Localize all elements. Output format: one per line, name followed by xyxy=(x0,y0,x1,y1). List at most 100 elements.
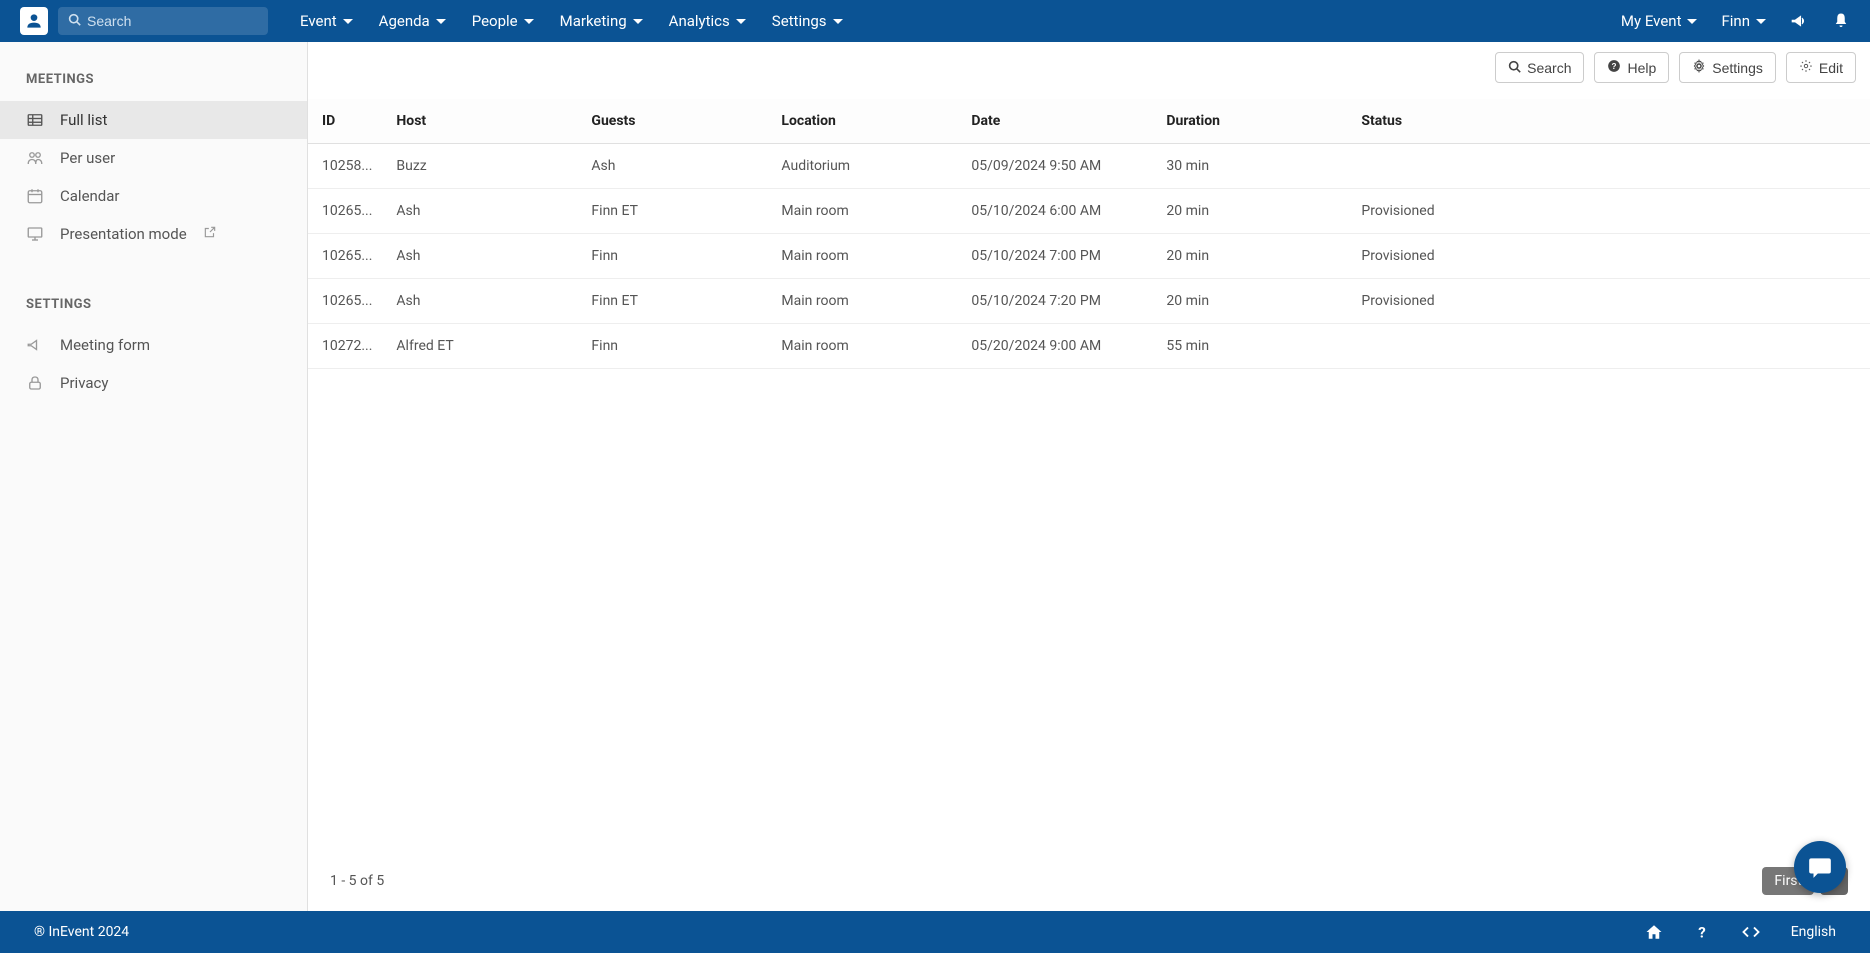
chevron-down-icon xyxy=(524,19,534,24)
cell-date: 05/10/2024 6:00 AM xyxy=(959,189,1154,234)
nav-item-agenda[interactable]: Agenda xyxy=(379,12,446,30)
chevron-down-icon xyxy=(1687,19,1697,24)
cell-duration: 20 min xyxy=(1154,234,1349,279)
cell-status xyxy=(1349,144,1870,189)
nav-item-people[interactable]: People xyxy=(472,12,534,30)
cell-duration: 55 min xyxy=(1154,324,1349,369)
th-duration[interactable]: Duration xyxy=(1154,99,1349,144)
sidebar-item-label: Meeting form xyxy=(60,336,150,354)
table-row[interactable]: 10265...AshFinn ETMain room05/10/2024 7:… xyxy=(308,279,1870,324)
nav-item-settings[interactable]: Settings xyxy=(772,12,843,30)
cell-host: Ash xyxy=(384,279,579,324)
cell-id: 10258... xyxy=(308,144,384,189)
table-wrap: ID Host Guests Location Date Duration St… xyxy=(308,99,1870,855)
nav-item-analytics[interactable]: Analytics xyxy=(669,12,746,30)
cell-date: 05/09/2024 9:50 AM xyxy=(959,144,1154,189)
sidebar-item-presentation[interactable]: Presentation mode xyxy=(0,215,307,253)
megaphone-icon xyxy=(26,336,44,354)
pagination-summary: 1 - 5 of 5 xyxy=(330,873,384,889)
cell-host: Ash xyxy=(384,234,579,279)
help-icon[interactable]: ? xyxy=(1693,923,1711,941)
cell-guests: Finn xyxy=(579,234,769,279)
monitor-icon xyxy=(26,225,44,243)
cell-host: Ash xyxy=(384,189,579,234)
th-id[interactable]: ID xyxy=(308,99,384,144)
cell-duration: 30 min xyxy=(1154,144,1349,189)
cell-guests: Ash xyxy=(579,144,769,189)
external-link-icon xyxy=(203,225,217,243)
footer-copyright: ® InEvent 2024 xyxy=(34,924,129,940)
logo[interactable] xyxy=(20,7,48,35)
sidebar-item-full-list[interactable]: Full list xyxy=(0,101,307,139)
cell-id: 10265... xyxy=(308,189,384,234)
chat-bubble[interactable] xyxy=(1794,841,1846,893)
chevron-down-icon xyxy=(633,19,643,24)
table-row[interactable]: 10272...Alfred ETFinnMain room05/20/2024… xyxy=(308,324,1870,369)
top-nav: Event Agenda People Marketing Analytics … xyxy=(0,0,1870,42)
help-icon: ? xyxy=(1607,59,1621,76)
nav-my-event[interactable]: My Event xyxy=(1621,12,1698,30)
pagination: 1 - 5 of 5 First 1 xyxy=(308,855,1870,911)
th-host[interactable]: Host xyxy=(384,99,579,144)
nav-item-marketing[interactable]: Marketing xyxy=(560,12,643,30)
sidebar-item-label: Per user xyxy=(60,149,115,167)
cell-id: 10265... xyxy=(308,234,384,279)
cell-location: Main room xyxy=(769,189,959,234)
th-guests[interactable]: Guests xyxy=(579,99,769,144)
cell-host: Buzz xyxy=(384,144,579,189)
search-icon xyxy=(1508,60,1521,76)
table-row[interactable]: 10265...AshFinnMain room05/10/2024 7:00 … xyxy=(308,234,1870,279)
bell-icon[interactable] xyxy=(1832,12,1850,30)
cell-id: 10265... xyxy=(308,279,384,324)
cell-duration: 20 min xyxy=(1154,279,1349,324)
lock-icon xyxy=(26,374,44,392)
sidebar-heading-meetings: MEETINGS xyxy=(0,58,307,101)
cell-location: Main room xyxy=(769,234,959,279)
svg-text:?: ? xyxy=(1612,62,1617,71)
edit-button[interactable]: Edit xyxy=(1786,52,1856,83)
help-button[interactable]: ? Help xyxy=(1594,52,1669,83)
code-icon[interactable] xyxy=(1741,923,1761,941)
cell-date: 05/20/2024 9:00 AM xyxy=(959,324,1154,369)
calendar-icon xyxy=(26,187,44,205)
meetings-table: ID Host Guests Location Date Duration St… xyxy=(308,99,1870,369)
cell-date: 05/10/2024 7:00 PM xyxy=(959,234,1154,279)
home-icon[interactable] xyxy=(1645,923,1663,941)
sidebar-item-meeting-form[interactable]: Meeting form xyxy=(0,326,307,364)
users-icon xyxy=(26,149,44,167)
th-status[interactable]: Status xyxy=(1349,99,1870,144)
sidebar-item-calendar[interactable]: Calendar xyxy=(0,177,307,215)
settings-button[interactable]: Settings xyxy=(1679,52,1776,83)
table-row[interactable]: 10258...BuzzAshAuditorium05/09/2024 9:50… xyxy=(308,144,1870,189)
table-icon xyxy=(26,111,44,129)
nav-items: Event Agenda People Marketing Analytics … xyxy=(300,12,843,30)
search-box[interactable] xyxy=(58,7,268,35)
nav-user[interactable]: Finn xyxy=(1721,12,1766,30)
cell-date: 05/10/2024 7:20 PM xyxy=(959,279,1154,324)
cell-status: Provisioned xyxy=(1349,279,1870,324)
language-selector[interactable]: English xyxy=(1791,924,1836,940)
cell-guests: Finn ET xyxy=(579,279,769,324)
table-row[interactable]: 10265...AshFinn ETMain room05/10/2024 6:… xyxy=(308,189,1870,234)
sidebar-item-per-user[interactable]: Per user xyxy=(0,139,307,177)
chevron-down-icon xyxy=(436,19,446,24)
th-date[interactable]: Date xyxy=(959,99,1154,144)
cell-location: Main room xyxy=(769,324,959,369)
search-button[interactable]: Search xyxy=(1495,52,1584,83)
cell-duration: 20 min xyxy=(1154,189,1349,234)
sidebar-item-privacy[interactable]: Privacy xyxy=(0,364,307,402)
svg-text:?: ? xyxy=(1698,923,1705,941)
chevron-down-icon xyxy=(833,19,843,24)
sidebar-item-label: Full list xyxy=(60,111,107,129)
announcement-icon[interactable] xyxy=(1790,12,1808,30)
sidebar: MEETINGS Full list Per user Calendar Pre… xyxy=(0,42,308,911)
sidebar-heading-settings: SETTINGS xyxy=(0,283,307,326)
cell-guests: Finn xyxy=(579,324,769,369)
th-location[interactable]: Location xyxy=(769,99,959,144)
footer: ® InEvent 2024 ? English xyxy=(0,911,1870,953)
sidebar-item-label: Privacy xyxy=(60,374,108,392)
cell-status: Provisioned xyxy=(1349,189,1870,234)
search-input[interactable] xyxy=(87,13,258,29)
nav-item-event[interactable]: Event xyxy=(300,12,353,30)
nav-right: My Event Finn xyxy=(1621,12,1850,30)
